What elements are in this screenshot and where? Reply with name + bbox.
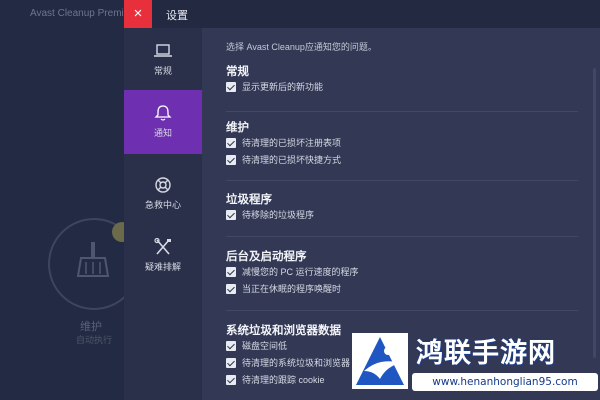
section-junk-programs: 垃圾程序 待移除的垃圾程序: [226, 191, 586, 226]
divider: [226, 310, 578, 311]
watermark-title: 鸿联手游网: [416, 338, 556, 369]
sidebar-item-notifications[interactable]: 通知: [124, 90, 202, 154]
checkbox[interactable]: [226, 358, 236, 368]
section-general: 常规 显示更新后的新功能: [226, 63, 586, 98]
background-app-title: Avast Cleanup Premium: [30, 8, 138, 19]
checkbox[interactable]: [226, 138, 236, 148]
option-slow-programs[interactable]: 减慢您的 PC 运行速度的程序: [226, 266, 586, 283]
option-label: 待清理的跟踪 cookie: [242, 375, 325, 385]
section-title: 维护: [226, 122, 249, 134]
option-label: 待清理的已损坏快捷方式: [242, 155, 342, 165]
checkbox[interactable]: [226, 375, 236, 385]
sidebar-item-troubleshooting[interactable]: 疑难排解: [124, 224, 202, 288]
sidebar-item-general[interactable]: 常规: [124, 28, 202, 92]
maintenance-label: 维护: [80, 321, 102, 333]
option-show-new-features[interactable]: 显示更新后的新功能: [226, 81, 586, 98]
checkbox[interactable]: [226, 341, 236, 351]
sidebar-item-label: 常规: [153, 66, 172, 76]
checkbox[interactable]: [226, 155, 236, 165]
dialog-titlebar: × 设置: [124, 0, 600, 28]
checkbox[interactable]: [226, 210, 236, 220]
option-label: 磁盘空间低: [242, 341, 288, 351]
watermark: 鸿联手游网 www.henanhonglian95.com: [350, 325, 600, 400]
sidebar-item-rescue-center[interactable]: 急救中心: [124, 162, 202, 226]
close-icon: ×: [133, 5, 143, 22]
scrollbar[interactable]: [593, 68, 596, 358]
section-title: 后台及启动程序: [226, 251, 307, 263]
option-label: 待清理的系统垃圾和浏览器: [242, 358, 351, 368]
broom-icon: [76, 242, 110, 277]
bird-logo-icon: [352, 333, 408, 389]
option-broken-registry[interactable]: 待清理的已损坏注册表项: [226, 137, 586, 154]
bell-icon: [154, 105, 172, 121]
option-label: 当正在休眠的程序唤醒时: [242, 284, 342, 294]
checkbox[interactable]: [226, 267, 236, 277]
dialog-title: 设置: [166, 10, 188, 22]
laptop-icon: [154, 44, 172, 57]
option-label: 待清理的已损坏注册表项: [242, 138, 342, 148]
maintenance-sublabel: 自动执行: [76, 335, 113, 345]
option-broken-shortcuts[interactable]: 待清理的已损坏快捷方式: [226, 154, 586, 171]
settings-sidebar: 常规 通知 急救中心 疑难排解: [124, 28, 202, 400]
intro-text: 选择 Avast Cleanup应通知您的问题。: [226, 42, 377, 52]
lifebuoy-icon: [155, 177, 171, 193]
close-button[interactable]: ×: [124, 0, 152, 28]
option-junk-programs[interactable]: 待移除的垃圾程序: [226, 209, 586, 226]
divider: [226, 180, 578, 181]
background-app-window: Avast Cleanup Premium 维护 自动执行: [0, 0, 140, 400]
option-label: 待移除的垃圾程序: [242, 210, 315, 220]
sidebar-item-label: 疑难排解: [144, 262, 181, 272]
section-maintenance: 维护 待清理的已损坏注册表项 待清理的已损坏快捷方式: [226, 119, 586, 171]
sidebar-item-label: 急救中心: [144, 200, 181, 210]
option-label: 减慢您的 PC 运行速度的程序: [242, 267, 359, 277]
checkbox[interactable]: [226, 82, 236, 92]
section-title: 常规: [226, 66, 249, 78]
watermark-url: www.henanhonglian95.com: [412, 373, 598, 391]
option-label: 显示更新后的新功能: [242, 82, 324, 92]
divider: [226, 111, 578, 112]
option-sleeping-programs-wake[interactable]: 当正在休眠的程序唤醒时: [226, 283, 586, 300]
section-background-startup: 后台及启动程序 减慢您的 PC 运行速度的程序 当正在休眠的程序唤醒时: [226, 248, 586, 300]
sidebar-item-label: 通知: [153, 128, 172, 138]
checkbox[interactable]: [226, 284, 236, 294]
tools-icon: [154, 238, 171, 255]
divider: [226, 236, 578, 237]
section-title: 垃圾程序: [226, 194, 272, 206]
